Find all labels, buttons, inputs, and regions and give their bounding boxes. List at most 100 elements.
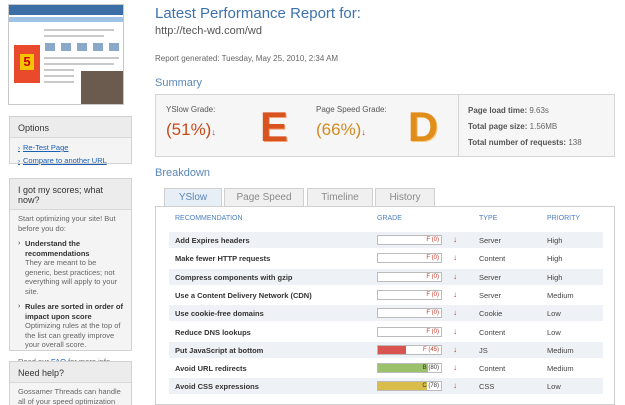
recommendation-name[interactable]: Make fewer HTTP requests xyxy=(175,254,270,263)
type-cell: CSS xyxy=(479,382,495,392)
tab-timeline[interactable]: Timeline xyxy=(307,188,373,206)
down-arrow-icon: ↓ xyxy=(453,289,457,299)
compare-link[interactable]: › Compare to another URL xyxy=(18,155,123,168)
stat-page-size: Total page size: 1.56MB xyxy=(468,122,558,131)
table-row[interactable]: Put JavaScript at bottom F (45) ↓ JS Medium xyxy=(169,341,603,358)
grade-text: B (80) xyxy=(422,365,439,372)
recommendations-table: RECOMMENDATION GRADE TYPE PRIORITY Add E… xyxy=(155,206,615,405)
recommendation-name[interactable]: Put JavaScript at bottom xyxy=(175,346,263,355)
summary-stats: Page load time: 9.63s Total page size: 1… xyxy=(458,95,582,156)
table-row[interactable]: Add Expires headers F (0) ↓ Server High xyxy=(169,232,603,248)
tab-page-speed[interactable]: Page Speed xyxy=(224,188,304,206)
priority-cell: High xyxy=(547,254,563,264)
help-text: Gossamer Threads can handle all of your … xyxy=(18,387,121,405)
priority-cell: High xyxy=(547,236,563,245)
pagespeed-letter: D xyxy=(407,103,439,150)
grade-bar: F (0) xyxy=(377,289,442,300)
recommendation-name[interactable]: Add Expires headers xyxy=(175,236,250,245)
site-thumbnail: 5 xyxy=(8,4,124,105)
table-row[interactable]: Make fewer HTTP requests F (0) ↓ Content Hig… xyxy=(169,250,603,266)
grade-bar: C (78) xyxy=(377,381,442,392)
yslow-grade: YSlow Grade: (51%)↓ xyxy=(166,105,216,139)
table-row[interactable]: Avoid URL redirects B (80) ↓ Content Medium xyxy=(169,360,603,376)
breakdown-tabs: YSlow Page Speed Timeline History xyxy=(155,188,615,207)
grade-text: F (45) xyxy=(422,346,439,353)
priority-cell: Medium xyxy=(547,345,574,355)
priority-cell: Low xyxy=(547,327,561,337)
table-row[interactable]: Reduce DNS lookups F (0) ↓ Content Low xyxy=(169,324,603,340)
type-cell: Content xyxy=(479,364,506,374)
breakdown-heading: Breakdown xyxy=(155,167,211,179)
report-title: Latest Performance Report for: xyxy=(155,5,361,22)
link-arrow-icon: › xyxy=(18,159,20,165)
recommendation-name[interactable]: Avoid CSS expressions xyxy=(175,382,259,391)
grade-text: F (0) xyxy=(426,237,439,243)
down-arrow-icon: ↓ xyxy=(453,363,457,373)
grade-text: F (0) xyxy=(426,273,439,280)
type-cell: Cookie xyxy=(479,309,503,319)
down-arrow-icon: ↓ xyxy=(453,253,457,263)
type-cell: Server xyxy=(479,290,502,300)
col-recommendation[interactable]: RECOMMENDATION xyxy=(175,215,243,222)
grade-bar-fill xyxy=(378,382,428,391)
recommendation-name[interactable]: Avoid URL redirects xyxy=(175,364,247,373)
pagespeed-grade: Page Speed Grade: (66%)↓ xyxy=(316,105,387,139)
col-grade[interactable]: GRADE xyxy=(377,215,402,222)
grade-bar: F (0) xyxy=(377,326,442,337)
scores-title: I got my scores; what now? xyxy=(10,179,131,210)
down-arrow-icon: ↓ xyxy=(453,326,457,336)
help-panel: Need help? Gossamer Threads can handle a… xyxy=(9,361,132,405)
summary-panel: YSlow Grade: (51%)↓ E Page Speed Grade: … xyxy=(155,94,615,157)
scores-intro: Start optimizing your site! But before y… xyxy=(18,214,116,233)
grade-bar: F (45) xyxy=(377,344,442,355)
grade-bar: B (80) xyxy=(377,363,442,374)
recommendation-name[interactable]: Compress components with gzip xyxy=(175,273,293,282)
tab-yslow[interactable]: YSlow xyxy=(164,188,222,207)
scores-item: › Rules are sorted in order of impact up… xyxy=(18,302,123,349)
recommendation-name[interactable]: Reduce DNS lookups xyxy=(175,328,251,337)
down-arrow-icon: ↓ xyxy=(453,308,457,318)
type-cell: Content xyxy=(479,254,506,264)
grade-bar: F (0) xyxy=(377,235,442,245)
table-row[interactable]: Use cookie-free domains F (0) ↓ Cookie Low xyxy=(169,305,603,322)
grade-text: F (0) xyxy=(426,310,439,317)
col-priority[interactable]: PRIORITY xyxy=(547,215,580,222)
table-header: RECOMMENDATION GRADE TYPE PRIORITY xyxy=(156,215,614,227)
recommendation-name[interactable]: Use a Content Delivery Network (CDN) xyxy=(175,291,312,300)
priority-cell: Medium xyxy=(547,290,574,300)
report-main: Latest Performance Report for: http://te… xyxy=(155,0,617,405)
grade-bar: F (0) xyxy=(377,253,442,264)
grade-text: F (0) xyxy=(426,328,439,335)
yslow-letter: E xyxy=(259,103,288,150)
recommendation-name[interactable]: Use cookie-free domains xyxy=(175,309,264,318)
grade-text: C (78) xyxy=(422,383,439,390)
grade-text: F (0) xyxy=(426,255,439,262)
stat-requests: Total number of requests: 138 xyxy=(468,138,582,147)
priority-cell: Low xyxy=(547,309,561,319)
down-arrow-icon: ↓ xyxy=(211,127,216,137)
down-arrow-icon: ↓ xyxy=(453,271,457,281)
grade-bar: F (0) xyxy=(377,308,442,319)
type-cell: Server xyxy=(479,272,502,282)
type-cell: Server xyxy=(479,236,502,245)
grade-text: F (0) xyxy=(426,291,439,298)
retest-link[interactable]: › Re-Test Page xyxy=(18,142,123,155)
link-arrow-icon: › xyxy=(18,146,20,152)
options-title: Options xyxy=(10,117,131,138)
sidebar: 5 Options › Re-Test Page › Compare to anot… xyxy=(0,0,142,405)
priority-cell: Medium xyxy=(547,364,574,374)
options-panel: Options › Re-Test Page › Compare to anothe… xyxy=(9,116,132,165)
col-type[interactable]: TYPE xyxy=(479,215,497,222)
stat-load-time: Page load time: 9.63s xyxy=(468,106,549,115)
summary-heading: Summary xyxy=(155,77,203,89)
type-cell: Content xyxy=(479,327,506,337)
tab-history[interactable]: History xyxy=(375,188,435,206)
table-row[interactable]: Avoid CSS expressions C (78) ↓ CSS Low xyxy=(169,378,603,395)
table-row[interactable]: Compress components with gzip F (0) ↓ Serve… xyxy=(169,268,603,285)
type-cell: JS xyxy=(479,345,488,355)
table-row[interactable]: Use a Content Delivery Network (CDN) F (0… xyxy=(169,287,603,303)
down-arrow-icon: ↓ xyxy=(453,344,457,354)
grade-bar-fill xyxy=(378,364,429,373)
report-url: http://tech-wd.com/wd xyxy=(155,25,262,37)
priority-cell: Low xyxy=(547,382,561,392)
